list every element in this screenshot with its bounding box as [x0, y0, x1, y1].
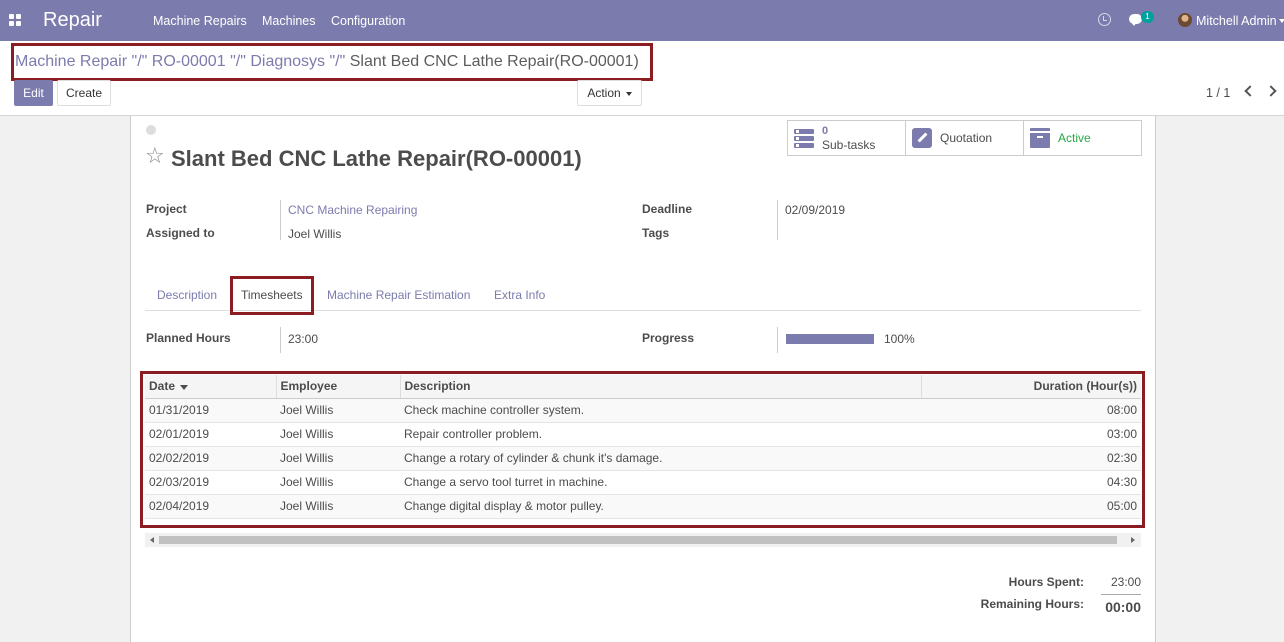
- menu-machines[interactable]: Machines: [262, 14, 316, 28]
- user-name[interactable]: Mitchell Admin: [1196, 14, 1277, 28]
- menu-machine-repairs[interactable]: Machine Repairs: [153, 14, 247, 28]
- action-label: Action: [587, 86, 621, 100]
- planned-hours-label: Planned Hours: [146, 331, 231, 345]
- apps-menu-icon[interactable]: [9, 14, 21, 26]
- action-dropdown-button[interactable]: Action: [577, 80, 642, 106]
- user-menu-caret-icon[interactable]: [1279, 19, 1284, 23]
- tab-machine-repair-estimation[interactable]: Machine Repair Estimation: [327, 288, 470, 302]
- project-label: Project: [146, 202, 187, 216]
- field-divider: [280, 200, 281, 240]
- breadcrumb-highlight-box: [11, 43, 653, 81]
- progress-bar-fill: [786, 334, 874, 344]
- chevron-down-icon: [625, 91, 632, 96]
- remaining-hours-label: Remaining Hours:: [980, 597, 1084, 611]
- smart-buttons-box: 0 Sub-tasks Quotation Active: [787, 120, 1142, 156]
- create-button[interactable]: Create: [57, 80, 111, 106]
- archive-icon: [1030, 128, 1050, 148]
- star-icon[interactable]: ☆: [145, 146, 165, 168]
- kanban-state-icon[interactable]: [146, 125, 156, 135]
- pager-counter[interactable]: 1 / 1: [1206, 86, 1230, 100]
- progress-bar: [786, 334, 874, 344]
- activity-clock-icon[interactable]: [1098, 13, 1111, 26]
- app-name: Repair: [43, 9, 102, 31]
- field-divider: [777, 327, 778, 353]
- assigned-to-field[interactable]: Joel Willis: [288, 227, 341, 241]
- pencil-square-icon: [912, 128, 932, 148]
- control-panel: Machine Repair "/" RO-00001 "/" Diagnosy…: [0, 41, 1284, 116]
- remaining-hours-value: 00:00: [1105, 599, 1141, 615]
- progress-label: Progress: [642, 331, 695, 345]
- progress-percent: 100%: [884, 332, 915, 346]
- active-label: Active: [1058, 131, 1091, 145]
- top-navbar: Repair Machine Repairs Machines Configur…: [0, 0, 1284, 41]
- active-toggle-button[interactable]: Active: [1024, 121, 1142, 155]
- field-divider: [280, 327, 281, 353]
- horizontal-scrollbar[interactable]: [145, 533, 1141, 547]
- tags-label: Tags: [642, 226, 670, 240]
- tab-description[interactable]: Description: [157, 288, 217, 302]
- pager-previous-icon[interactable]: [1244, 85, 1256, 97]
- project-field[interactable]: CNC Machine Repairing: [288, 203, 417, 217]
- subtasks-label: Sub-tasks: [822, 138, 876, 152]
- edit-button[interactable]: Edit: [14, 80, 53, 106]
- scroll-right-icon[interactable]: [1131, 537, 1135, 543]
- messages-count-badge: 1: [1141, 11, 1154, 23]
- tab-extra-info[interactable]: Extra Info: [494, 288, 545, 302]
- hours-spent-value: 23:00: [1110, 575, 1141, 589]
- user-avatar[interactable]: [1178, 13, 1192, 27]
- hours-spent-label: Hours Spent:: [1008, 575, 1084, 589]
- tab-highlight-box: [230, 276, 314, 315]
- assigned-to-label: Assigned to: [146, 226, 215, 240]
- scrollbar-thumb[interactable]: [159, 536, 1117, 544]
- scroll-left-icon[interactable]: [150, 537, 154, 543]
- pager-next-icon[interactable]: [1265, 85, 1277, 97]
- menu-configuration[interactable]: Configuration: [331, 14, 405, 28]
- planned-hours-field[interactable]: 23:00: [288, 332, 318, 346]
- deadline-label: Deadline: [642, 202, 693, 216]
- totals-divider: [1101, 594, 1141, 595]
- form-sheet: 0 Sub-tasks Quotation Active ☆ Slant Bed…: [130, 116, 1156, 642]
- deadline-field[interactable]: 02/09/2019: [785, 203, 845, 217]
- tasks-icon: [794, 128, 814, 148]
- field-divider: [777, 200, 778, 240]
- table-highlight-box: [140, 371, 1145, 528]
- subtasks-smart-button[interactable]: 0 Sub-tasks: [788, 121, 906, 155]
- record-title: Slant Bed CNC Lathe Repair(RO-00001): [171, 146, 582, 171]
- quotation-smart-button[interactable]: Quotation: [906, 121, 1024, 155]
- subtasks-count: 0: [822, 125, 829, 137]
- quotation-label: Quotation: [940, 131, 993, 145]
